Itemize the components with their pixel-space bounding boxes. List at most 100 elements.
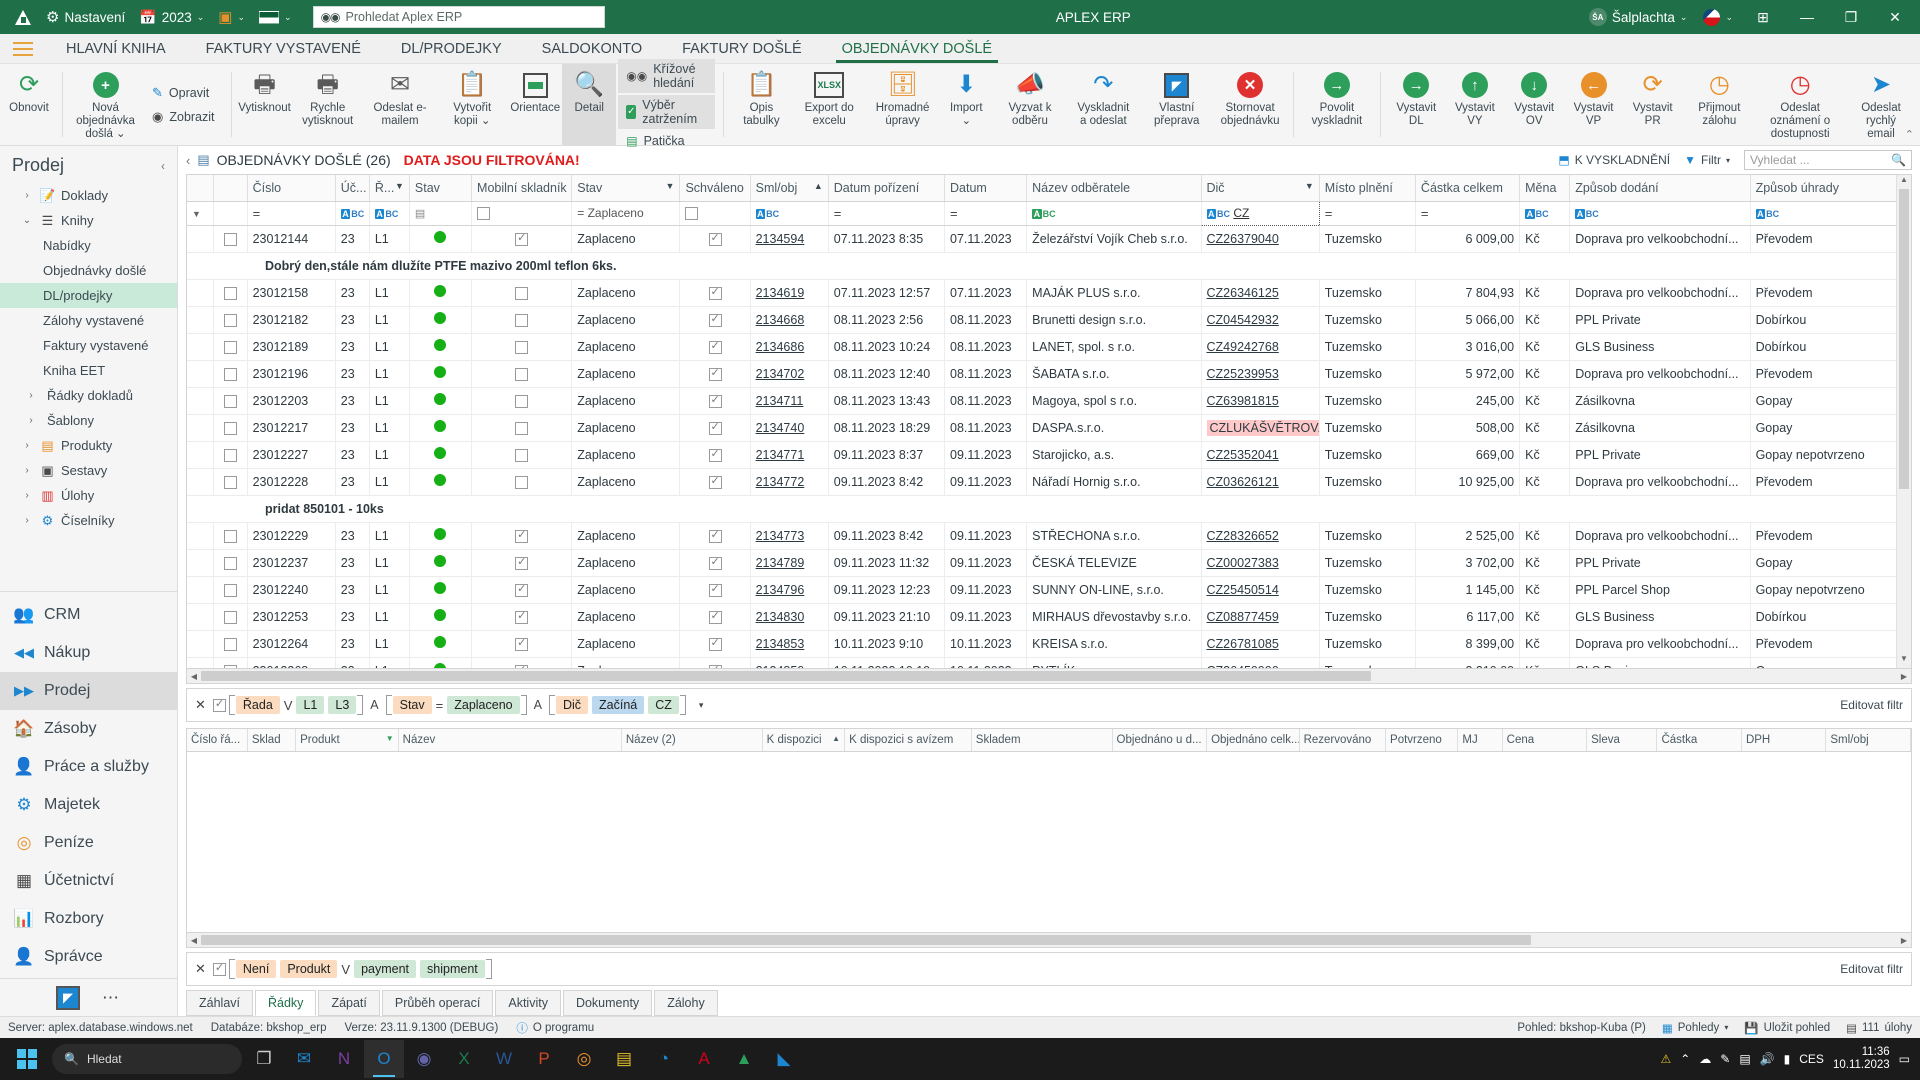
order-link[interactable]: 2134668	[756, 313, 805, 327]
taskbar-app-aplex[interactable]: ▲	[724, 1040, 764, 1078]
taskbar-app-explorer[interactable]: ▤	[604, 1040, 644, 1078]
vat-id-link[interactable]: CZ25239953	[1207, 367, 1279, 381]
row-checkbox[interactable]	[213, 441, 247, 468]
lines-column-header-16[interactable]: DPH	[1741, 729, 1825, 751]
tray-chevron-icon[interactable]: ⌃	[1680, 1052, 1690, 1066]
table-row[interactable]: 2301218223L1Zaplaceno213466808.11.2023 2…	[187, 306, 1911, 333]
lines-column-header-10[interactable]: Rezervováno	[1299, 729, 1385, 751]
order-link[interactable]: 2134830	[756, 610, 805, 624]
lines-column-header-5[interactable]: K dispozici▲	[762, 729, 844, 751]
checkbox[interactable]	[515, 584, 528, 597]
save-view-button[interactable]: 💾 Uložit pohled	[1744, 1021, 1830, 1035]
table-row[interactable]: 2301225323L1Zaplaceno213483009.11.2023 2…	[187, 603, 1911, 630]
sidebar-item-knihy[interactable]: ⌄ ☰ Knihy	[0, 208, 177, 233]
sidebar-item-nabidky[interactable]: Nabídky	[0, 233, 177, 258]
checkbox[interactable]	[709, 530, 722, 543]
filter-enabled-checkbox[interactable]	[213, 699, 226, 712]
row-checkbox[interactable]	[213, 603, 247, 630]
mobile-warehouse-checkbox[interactable]	[472, 657, 572, 668]
column-filter-icon[interactable]: ▼	[666, 181, 675, 191]
filter-cell-dodani[interactable]: ABC	[1570, 201, 1750, 225]
scroll-right-arrow[interactable]: ▶	[1897, 936, 1911, 945]
order-link[interactable]: 2134686	[756, 340, 805, 354]
sidebar-item-ciselniky[interactable]: › ⚙ Číselníky	[0, 508, 177, 533]
edit-filter-link[interactable]: Editovat filtr	[1840, 698, 1903, 712]
detail-button[interactable]: 🔍 Detail	[562, 64, 616, 145]
start-button[interactable]	[4, 1039, 50, 1079]
warning-icon[interactable]: ⚠	[1660, 1052, 1671, 1066]
lines-column-header-6[interactable]: K dispozici s avízem	[845, 729, 972, 751]
checkbox-filter-icon[interactable]	[477, 207, 490, 220]
vat-id-link[interactable]: CZ63981815	[1207, 394, 1279, 408]
filter-cell-rowmark[interactable]: ▼	[187, 201, 213, 225]
detail-tab-2[interactable]: Zápatí	[318, 990, 379, 1016]
sidebar-module-ucetnictvi[interactable]: ▦ Účetnictví	[0, 862, 177, 900]
row-checkbox[interactable]	[213, 522, 247, 549]
table-row[interactable]: 2301222823L1Zaplaceno213477209.11.2023 8…	[187, 468, 1911, 495]
vat-id-link[interactable]: CZ26346125	[1207, 286, 1279, 300]
column-header-stav1[interactable]: Stav	[409, 175, 471, 201]
vat-id-link[interactable]: CZ25352041	[1207, 448, 1279, 462]
column-header-cislo[interactable]: Číslo	[247, 175, 335, 201]
lines-column-header-3[interactable]: Název	[398, 729, 621, 751]
mobile-warehouse-checkbox[interactable]	[472, 630, 572, 657]
pen-icon[interactable]: ✎	[1720, 1052, 1730, 1066]
sidebar-module-penize[interactable]: ◎ Peníze	[0, 824, 177, 862]
taskbar-app-edge[interactable]: ◔	[644, 1040, 684, 1078]
order-link[interactable]: 2134702	[756, 367, 805, 381]
vat-id-link[interactable]: CZ08877459	[1207, 610, 1279, 624]
lines-column-header-13[interactable]: Cena	[1502, 729, 1586, 751]
mobile-warehouse-checkbox[interactable]	[472, 279, 572, 306]
column-filter-icon[interactable]: ▼	[395, 181, 404, 191]
checkbox[interactable]	[224, 476, 237, 489]
checkbox[interactable]	[515, 449, 528, 462]
mobile-warehouse-checkbox[interactable]	[472, 549, 572, 576]
pin-window-button[interactable]: ⊞	[1742, 2, 1784, 32]
mobile-warehouse-checkbox[interactable]	[472, 603, 572, 630]
approved-checkbox[interactable]	[680, 387, 750, 414]
checkbox[interactable]	[224, 341, 237, 354]
order-link[interactable]: 2134619	[756, 286, 805, 300]
row-checkbox[interactable]	[213, 279, 247, 306]
vat-id-highlighted[interactable]: CZLUKÁŠVĚTROV...	[1207, 420, 1320, 436]
filter-field-chip[interactable]: Produkt	[280, 960, 337, 978]
filter-cell-schvaleno[interactable]	[680, 201, 750, 225]
filter-cell-rada[interactable]: ABC	[369, 201, 409, 225]
more-options-button[interactable]: ⋯	[102, 988, 121, 1008]
approved-checkbox[interactable]	[680, 441, 750, 468]
row-filter-icon[interactable]: ▼	[192, 209, 201, 219]
filter-value-chip[interactable]: shipment	[420, 960, 485, 978]
lines-column-header-2[interactable]: Produkt▼	[296, 729, 399, 751]
tab-dl-prodejky[interactable]: DL/PRODEJKY	[381, 34, 522, 63]
sidebar-item-objednavky-dosle[interactable]: Objednávky došlé	[0, 258, 177, 283]
taskbar-app-excel[interactable]: X	[444, 1040, 484, 1078]
filter-cell-datum[interactable]: =	[945, 201, 1027, 225]
filter-field-chip[interactable]: Řada	[236, 696, 280, 714]
order-link[interactable]: 2134796	[756, 583, 805, 597]
filter-cell-dic-active[interactable]: ABC CZ	[1201, 201, 1319, 225]
checkbox[interactable]	[224, 557, 237, 570]
filter-cell-mena[interactable]: ABC	[1520, 201, 1570, 225]
filter-operator-chip[interactable]: Začíná	[592, 696, 644, 714]
mobile-warehouse-checkbox[interactable]	[472, 306, 572, 333]
lines-column-header-7[interactable]: Skladem	[971, 729, 1112, 751]
grid-search-input[interactable]: Vyhledat ... 🔍	[1744, 150, 1912, 170]
checkbox[interactable]	[224, 314, 237, 327]
filter-dropdown-icon[interactable]: ▾	[699, 700, 704, 711]
tab-hlavni-kniha[interactable]: HLAVNÍ KNIHA	[46, 34, 186, 63]
taskbar-app-task-view[interactable]: ❐	[244, 1040, 284, 1078]
order-link[interactable]: 2134594	[756, 232, 805, 246]
order-link[interactable]: 2134853	[756, 637, 805, 651]
column-header-rada[interactable]: Ř...▼	[369, 175, 409, 201]
sidebar-module-prace-a-sluzby[interactable]: 👤 Práce a služby	[0, 748, 177, 786]
sidebar-item-zalohy-vystavene[interactable]: Zálohy vystavené	[0, 308, 177, 333]
row-checkbox[interactable]	[213, 225, 247, 252]
checkbox[interactable]	[709, 476, 722, 489]
order-link[interactable]: 2134789	[756, 556, 805, 570]
tab-faktury-vystavene[interactable]: FAKTURY VYSTAVENÉ	[186, 34, 381, 63]
checkbox[interactable]	[515, 314, 528, 327]
sidebar-module-crm[interactable]: 👥 CRM	[0, 596, 177, 634]
lines-column-header-17[interactable]: Sml/obj	[1826, 729, 1911, 751]
filter-cell-uhrady[interactable]: ABC	[1750, 201, 1910, 225]
mobile-warehouse-checkbox[interactable]	[472, 522, 572, 549]
